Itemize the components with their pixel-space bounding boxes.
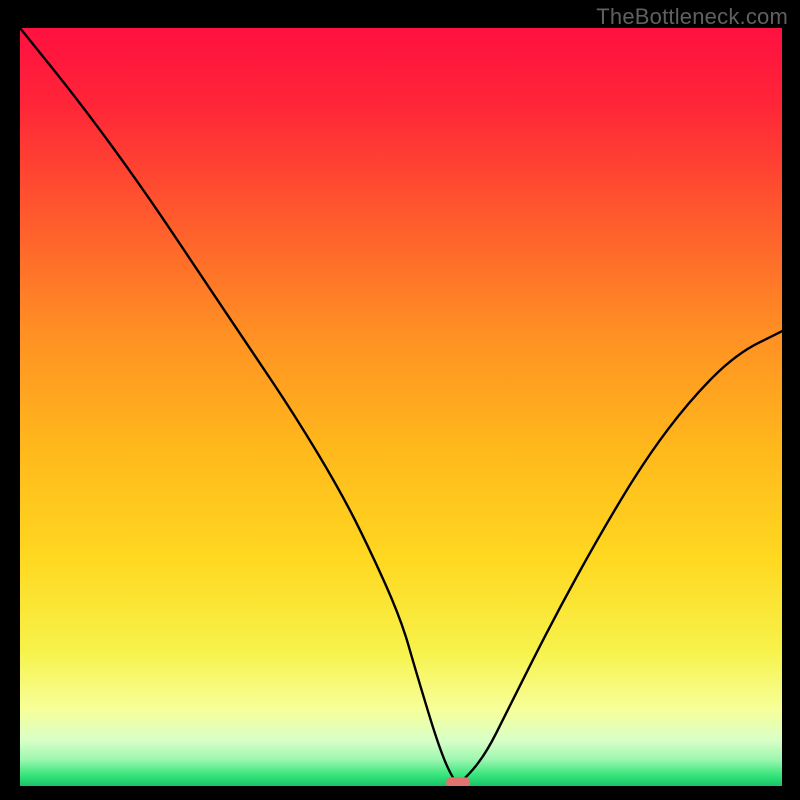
chart-frame: TheBottleneck.com: [0, 0, 800, 800]
watermark-text: TheBottleneck.com: [596, 4, 788, 30]
optimal-point-marker: [446, 777, 470, 786]
plot-svg: [20, 28, 782, 786]
gradient-background: [20, 28, 782, 786]
bottleneck-plot: [20, 28, 782, 786]
